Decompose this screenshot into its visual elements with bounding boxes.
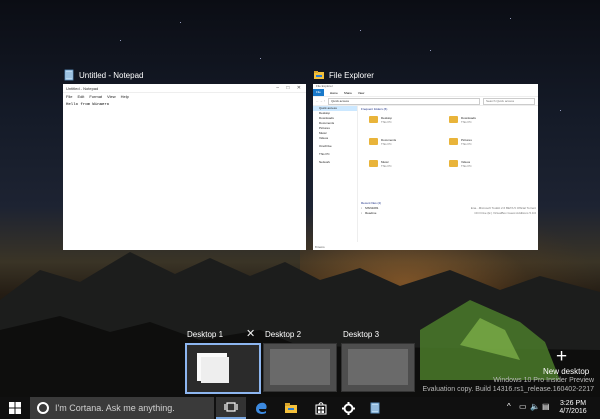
start-button[interactable] — [0, 397, 30, 419]
nav-item-network: Network — [319, 160, 331, 164]
cortana-search-placeholder: I'm Cortana. Ask me anything. — [55, 403, 175, 413]
notepad-thumb-titlebar: Untitled - Notepad — [63, 84, 306, 93]
nav-item-videos: Videos — [319, 136, 329, 140]
clock-time: 3:26 PM — [559, 400, 587, 407]
desktop-2-thumbnail[interactable] — [263, 343, 337, 392]
notepad-thumb-title: Untitled - Notepad — [66, 85, 99, 91]
file-explorer-icon — [314, 71, 324, 79]
folder-location: This PC — [461, 142, 472, 146]
explorer-window-title[interactable]: File Explorer — [313, 67, 374, 83]
new-desktop-plus-icon[interactable]: + — [556, 347, 567, 366]
notepad-icon — [64, 69, 74, 81]
ribbon-file-tab: File — [313, 89, 324, 96]
nav-item-onedrive: OneDrive — [319, 144, 332, 148]
nav-arrows-icon: ← → ↑ — [316, 99, 326, 103]
desktop-3-label[interactable]: Desktop 3 — [343, 330, 379, 339]
ribbon-view-tab: View — [357, 90, 365, 95]
folder-icon — [449, 116, 458, 123]
new-desktop-label[interactable]: New desktop — [543, 367, 589, 376]
folder-location: This PC — [461, 120, 472, 124]
folder-location: This PC — [381, 164, 392, 168]
recent-file-name: Readme — [365, 211, 377, 215]
mini-window — [201, 357, 229, 383]
mini-window — [348, 349, 408, 385]
ribbon-home-tab: Home — [329, 90, 338, 95]
close-desktop-icon[interactable]: ✕ — [246, 327, 255, 340]
notepad-taskbar-button[interactable] — [360, 397, 390, 419]
taskbar-clock[interactable]: 3:26 PM 4/7/2016 — [552, 400, 594, 416]
explorer-ribbon: File Home Share View — [313, 89, 538, 96]
folder-item: Videos This PC — [449, 160, 472, 168]
menu-edit: Edit — [77, 94, 85, 99]
folder-icon — [369, 138, 378, 145]
explorer-content: Frequent folders (6) Desktop This PC Down… — [361, 106, 536, 242]
folder-icon — [369, 160, 378, 167]
folder-icon — [449, 160, 458, 167]
store-taskbar-button[interactable] — [306, 397, 336, 419]
folder-icon — [449, 138, 458, 145]
volume-icon[interactable]: 🔈 — [530, 402, 540, 411]
explorer-address-row: ← → ↑ Quick access Search Quick access — [313, 96, 538, 106]
cortana-icon — [37, 402, 49, 414]
notepad-text-content: Hello from Winaero — [66, 103, 110, 107]
menu-help: Help — [120, 94, 129, 99]
menu-view: View — [107, 94, 116, 99]
frequent-folders-grid: Desktop This PC Downloads This PC Document… — [361, 112, 536, 180]
menu-file: File — [66, 94, 73, 99]
desktop-3-thumbnail[interactable] — [341, 343, 415, 392]
file-icon: ▫ — [361, 211, 363, 215]
explorer-nav-pane: Quick access Desktop Downloads Documents… — [313, 106, 358, 242]
watermark-line-2: Evaluation copy. Build 14316.rs1_release… — [422, 386, 595, 393]
desktop-1-label[interactable]: Desktop 1 — [187, 330, 223, 339]
folder-location: This PC — [381, 120, 392, 124]
watermark-line-1: Windows 10 Pro Insider Preview — [493, 377, 594, 384]
explorer-search-box: Search Quick access — [483, 97, 535, 105]
notepad-menu-bar: File Edit Format View Help — [63, 93, 306, 100]
nav-item-this-pc: This PC — [319, 152, 330, 156]
folder-location: This PC — [381, 142, 392, 146]
notepad-icon — [370, 402, 380, 414]
cortana-search-box[interactable]: I'm Cortana. Ask me anything. — [30, 397, 214, 419]
folder-item: Music This PC — [369, 160, 392, 168]
task-view-button[interactable] — [216, 397, 246, 419]
folder-item: Documents This PC — [369, 138, 396, 146]
mini-window — [270, 349, 330, 385]
explorer-title-label: File Explorer — [329, 70, 374, 80]
windows-logo-icon — [9, 402, 21, 414]
explorer-status-bar: 8 items — [315, 245, 325, 249]
task-view-icon — [224, 402, 238, 412]
explorer-thumbnail[interactable]: File Explorer File Home Share View ← → ↑… — [313, 84, 538, 250]
folder-icon — [369, 116, 378, 123]
clock-date: 4/7/2016 — [559, 408, 587, 415]
settings-icon — [341, 401, 355, 415]
file-explorer-taskbar-button[interactable] — [276, 397, 306, 419]
folder-item: Downloads This PC — [449, 116, 476, 124]
edge-taskbar-button[interactable] — [246, 397, 276, 419]
notepad-thumbnail[interactable]: Untitled - Notepad – □ ✕ File Edit Forma… — [63, 84, 306, 250]
recent-file-path: CD Drive (E:) VirtualBox Guest Additions… — [474, 211, 536, 215]
folder-item: Desktop This PC — [369, 116, 392, 124]
folder-item: Pictures This PC — [449, 138, 472, 146]
network-icon[interactable]: ▭ — [519, 402, 527, 411]
edge-icon — [256, 402, 267, 414]
menu-format: Format — [89, 94, 103, 99]
show-hidden-icons-chevron-icon[interactable]: ^ — [507, 402, 511, 411]
recent-file-row: ▫ Readme CD Drive (E:) VirtualBox Guest … — [361, 211, 536, 216]
window-controls-icon: – □ ✕ — [276, 85, 304, 91]
settings-taskbar-button[interactable] — [333, 397, 363, 419]
folder-location: This PC — [461, 164, 472, 168]
file-explorer-icon — [285, 403, 297, 413]
explorer-address-bar: Quick access — [328, 97, 480, 105]
store-icon — [315, 401, 327, 414]
action-center-icon[interactable]: ▤ — [542, 402, 550, 411]
notepad-title-label: Untitled - Notepad — [79, 70, 144, 80]
taskbar: I'm Cortana. Ask me anything. ^ ▭ 🔈 ▤ 3:… — [0, 397, 600, 419]
desktop-2-label[interactable]: Desktop 2 — [265, 330, 301, 339]
desktop-1-thumbnail[interactable] — [185, 343, 261, 394]
ribbon-share-tab: Share — [343, 90, 352, 95]
notepad-window-title[interactable]: Untitled - Notepad — [63, 67, 143, 83]
